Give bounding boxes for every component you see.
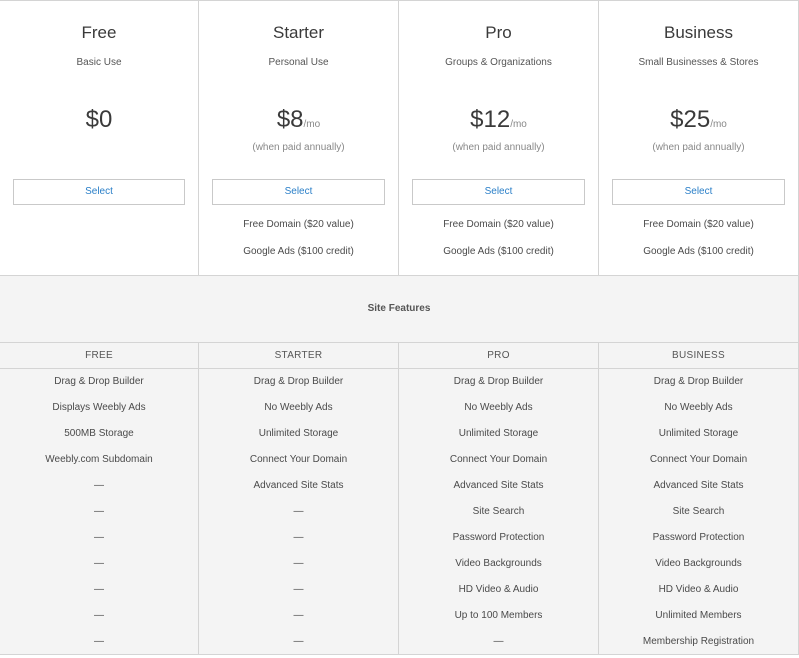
feature-column-header: STARTER (199, 343, 398, 369)
feature-cell: Drag & Drop Builder (253, 376, 344, 387)
feature-column-pro: PRO Drag & Drop Builder No Weebly Ads Un… (399, 343, 599, 654)
feature-column-free: FREE Drag & Drop Builder Displays Weebly… (0, 343, 199, 654)
site-features-heading: Site Features (0, 276, 799, 343)
feature-cell: — (493, 636, 504, 647)
feature-cell: — (293, 506, 304, 517)
plan-card-free: Free Basic Use $0 Select (0, 0, 199, 276)
plan-description: Small Businesses & Stores (638, 57, 759, 68)
feature-cell: HD Video & Audio (458, 584, 539, 595)
plan-name: Free (81, 23, 117, 42)
feature-cell: — (293, 558, 304, 569)
feature-cell: Drag & Drop Builder (453, 376, 544, 387)
feature-cell: — (94, 610, 104, 621)
feature-column-starter: STARTER Drag & Drop Builder No Weebly Ad… (199, 343, 399, 654)
price-amount: $25 (670, 106, 711, 133)
feature-cell: Unlimited Storage (258, 428, 339, 439)
feature-cell: Up to 100 Members (454, 610, 543, 621)
feature-cell: — (94, 506, 104, 517)
feature-cell: — (293, 532, 304, 543)
plan-card-business: Business Small Businesses & Stores $25/m… (599, 0, 799, 276)
plan-name: Business (664, 23, 733, 42)
plan-name: Pro (485, 23, 512, 42)
feature-cell: No Weebly Ads (464, 402, 533, 413)
plan-perk-free-domain: Free Domain ($20 value) (443, 219, 554, 230)
feature-cell: Unlimited Storage (458, 428, 539, 439)
feature-cell: — (94, 636, 104, 647)
feature-column-business: BUSINESS Drag & Drop Builder No Weebly A… (599, 343, 799, 654)
plan-billing-note: (when paid annually) (452, 142, 545, 153)
select-business-button[interactable]: Select (612, 179, 785, 205)
feature-cell: Video Backgrounds (655, 558, 742, 569)
feature-cell: Password Protection (652, 532, 745, 543)
feature-cell: — (293, 636, 304, 647)
feature-cell: Drag & Drop Builder (54, 376, 144, 387)
price-amount: $12 (470, 106, 511, 133)
plan-price: $8/mo (199, 106, 398, 134)
feature-cell: Password Protection (452, 532, 545, 543)
plan-price: $25/mo (599, 106, 798, 134)
feature-cell: — (94, 584, 104, 595)
feature-cell: Connect Your Domain (249, 454, 348, 465)
feature-cell: — (293, 610, 304, 621)
plan-price: $12/mo (399, 106, 598, 134)
plan-card-pro: Pro Groups & Organizations $12/mo (when … (399, 0, 599, 276)
feature-cell: Advanced Site Stats (453, 480, 544, 491)
feature-column-header: FREE (0, 343, 198, 369)
feature-cell: Video Backgrounds (455, 558, 542, 569)
plan-billing-note: (when paid annually) (652, 142, 745, 153)
price-unit: /mo (303, 119, 321, 130)
feature-cell: Weebly.com Subdomain (45, 454, 153, 465)
feature-cell: Connect Your Domain (449, 454, 548, 465)
feature-cell: Connect Your Domain (649, 454, 748, 465)
feature-cell: — (293, 584, 304, 595)
pricing-page: Free Basic Use $0 Select Starter Persona… (0, 0, 799, 658)
feature-cell: — (94, 532, 104, 543)
select-starter-button[interactable]: Select (212, 179, 385, 205)
feature-column-header: BUSINESS (599, 343, 798, 369)
plan-name: Starter (272, 23, 325, 42)
feature-cell: Unlimited Storage (658, 428, 739, 439)
feature-cell: Displays Weebly Ads (52, 402, 146, 413)
feature-cell: HD Video & Audio (658, 584, 739, 595)
plan-perk-free-domain: Free Domain ($20 value) (643, 219, 754, 230)
price-unit: /mo (710, 119, 727, 130)
feature-cell: — (94, 480, 104, 491)
feature-cell: Advanced Site Stats (653, 480, 744, 491)
select-free-button[interactable]: Select (13, 179, 185, 205)
plan-billing-note: (when paid annually) (252, 142, 345, 153)
plan-perk-free-domain: Free Domain ($20 value) (243, 219, 354, 230)
plan-perk-google-ads: Google Ads ($100 credit) (443, 246, 554, 257)
plan-description: Groups & Organizations (445, 57, 552, 68)
feature-cell: Membership Registration (642, 636, 755, 647)
feature-cell: No Weebly Ads (664, 402, 733, 413)
price-amount: $8 (276, 106, 304, 133)
plan-perk-google-ads: Google Ads ($100 credit) (243, 246, 354, 257)
feature-cell: Site Search (672, 506, 725, 517)
feature-cell: Drag & Drop Builder (653, 376, 744, 387)
feature-cell: — (94, 558, 104, 569)
plan-price: $0 (0, 106, 198, 134)
feature-cell: No Weebly Ads (264, 402, 333, 413)
price-amount: $0 (85, 106, 113, 133)
select-pro-button[interactable]: Select (412, 179, 585, 205)
plan-perk-google-ads: Google Ads ($100 credit) (643, 246, 754, 257)
plan-description: Personal Use (268, 57, 329, 68)
feature-cell: Advanced Site Stats (253, 480, 344, 491)
plan-card-starter: Starter Personal Use $8/mo (when paid an… (199, 0, 399, 276)
plan-description: Basic Use (76, 57, 122, 68)
features-table: FREE Drag & Drop Builder Displays Weebly… (0, 343, 799, 655)
feature-cell: Unlimited Members (655, 610, 742, 621)
feature-column-header: PRO (399, 343, 598, 369)
feature-cell: Site Search (472, 506, 525, 517)
plans-row: Free Basic Use $0 Select Starter Persona… (0, 0, 799, 276)
price-unit: /mo (510, 119, 527, 130)
feature-cell: 500MB Storage (64, 428, 134, 439)
